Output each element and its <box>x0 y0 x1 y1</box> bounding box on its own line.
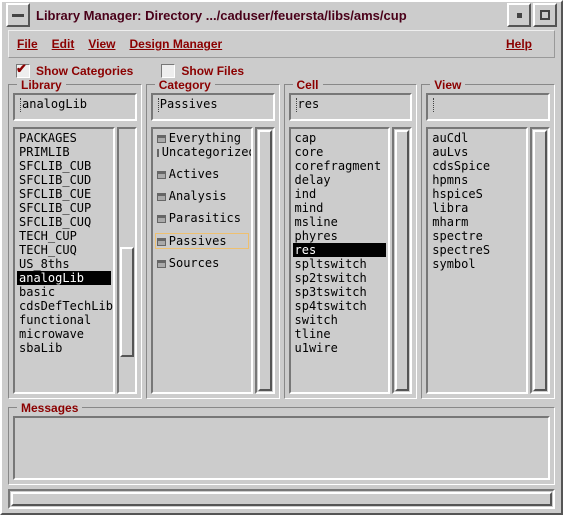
list-item[interactable]: cap <box>293 131 387 145</box>
list-item[interactable]: SFCLIB_CUB <box>17 159 111 173</box>
list-item[interactable]: switch <box>293 313 387 327</box>
list-item[interactable]: SFCLIB_CUP <box>17 201 111 215</box>
menu-file[interactable]: File <box>17 37 38 51</box>
list-item[interactable]: SFCLIB_CUQ <box>17 215 111 229</box>
scrollbar-horizontal[interactable] <box>8 489 555 509</box>
window-title: Library Manager: Directory .../caduser/f… <box>30 8 507 23</box>
list-item[interactable]: res <box>293 243 387 257</box>
list-item[interactable]: sp3tswitch <box>293 285 387 299</box>
list-item[interactable]: Analysis <box>155 189 249 203</box>
folder-icon <box>157 260 166 268</box>
list-item[interactable]: u1wire <box>293 341 387 355</box>
list-item[interactable]: sp4tswitch <box>293 299 387 313</box>
panel-title: Library <box>17 78 66 92</box>
list-item[interactable]: functional <box>17 313 111 327</box>
window-root: Library Manager: Directory .../caduser/f… <box>0 0 563 515</box>
view-entry[interactable] <box>426 93 550 121</box>
view-listbox[interactable]: auCdlauLvscdsSpicehpmnshspiceSlibramharm… <box>426 127 528 394</box>
list-item[interactable]: SFCLIB_CUE <box>17 187 111 201</box>
list-item[interactable]: Everything <box>155 131 249 145</box>
folder-icon <box>157 238 166 246</box>
checkbox-icon <box>161 64 175 78</box>
list-item[interactable]: Actives <box>155 167 249 181</box>
folder-icon <box>157 149 159 157</box>
list-item[interactable]: auLvs <box>430 145 524 159</box>
folder-icon <box>157 193 166 201</box>
list-item[interactable]: Uncategorized <box>155 145 249 159</box>
maximize-button[interactable] <box>533 3 557 27</box>
list-item[interactable]: TECH_CUQ <box>17 243 111 257</box>
scrollbar-vertical[interactable] <box>530 127 550 394</box>
list-item[interactable]: hspiceS <box>430 187 524 201</box>
list-item[interactable]: spltswitch <box>293 257 387 271</box>
menu-view[interactable]: View <box>88 37 115 51</box>
list-item[interactable]: sp2tswitch <box>293 271 387 285</box>
cell-entry[interactable]: res <box>289 93 413 121</box>
messages-textarea[interactable] <box>13 416 550 480</box>
list-item[interactable]: basic <box>17 285 111 299</box>
list-item[interactable]: microwave <box>17 327 111 341</box>
folder-icon <box>157 215 166 223</box>
messages-panel: Messages <box>8 407 555 485</box>
list-item[interactable]: ind <box>293 187 387 201</box>
panel-title: View <box>430 78 465 92</box>
folder-icon <box>157 171 166 179</box>
window-menu-button[interactable] <box>6 3 30 27</box>
library-panel: Library analogLib PACKAGESPRIMLIBSFCLIB_… <box>8 84 142 399</box>
show-categories-checkbox[interactable]: Show Categories <box>16 64 133 78</box>
list-item[interactable]: symbol <box>430 257 524 271</box>
view-panel: View auCdlauLvscdsSpicehpmnshspiceSlibra… <box>421 84 555 399</box>
options-row: Show Categories Show Files <box>2 62 561 84</box>
category-entry[interactable]: Passives <box>151 93 275 121</box>
minimize-button[interactable] <box>507 3 531 27</box>
list-item[interactable]: corefragment <box>293 159 387 173</box>
show-files-checkbox[interactable]: Show Files <box>161 64 244 78</box>
list-item[interactable]: spectre <box>430 229 524 243</box>
list-item[interactable]: Passives <box>155 233 249 249</box>
menu-edit[interactable]: Edit <box>52 37 75 51</box>
list-item[interactable]: TECH_CUP <box>17 229 111 243</box>
menu-bar: File Edit View Design Manager Help <box>8 30 555 58</box>
list-item[interactable]: cdsSpice <box>430 159 524 173</box>
list-item[interactable]: cdsDefTechLib <box>17 299 111 313</box>
list-item[interactable]: auCdl <box>430 131 524 145</box>
list-item[interactable]: PACKAGES <box>17 131 111 145</box>
panels-area: Library analogLib PACKAGESPRIMLIBSFCLIB_… <box>2 84 561 403</box>
list-item[interactable]: US_8ths <box>17 257 111 271</box>
folder-icon <box>157 135 166 143</box>
library-entry[interactable]: analogLib <box>13 93 137 121</box>
scrollbar-vertical[interactable] <box>392 127 412 394</box>
category-listbox[interactable]: EverythingUncategorized Actives Analysis Pa… <box>151 127 253 394</box>
list-item[interactable]: msline <box>293 215 387 229</box>
list-item[interactable]: Parasitics <box>155 211 249 225</box>
list-item[interactable]: sbaLib <box>17 341 111 355</box>
list-item[interactable]: libra <box>430 201 524 215</box>
scrollbar-vertical[interactable] <box>255 127 275 394</box>
list-item[interactable]: hpmns <box>430 173 524 187</box>
list-item[interactable]: core <box>293 145 387 159</box>
library-listbox[interactable]: PACKAGESPRIMLIBSFCLIB_CUBSFCLIB_CUDSFCLI… <box>13 127 115 394</box>
list-item[interactable]: analogLib <box>17 271 111 285</box>
list-item[interactable]: Sources <box>155 256 249 270</box>
menu-design-manager[interactable]: Design Manager <box>129 37 222 51</box>
category-panel: Category Passives EverythingUncategorize… <box>146 84 280 399</box>
list-item[interactable]: mharm <box>430 215 524 229</box>
list-item[interactable]: PRIMLIB <box>17 145 111 159</box>
list-item[interactable]: phyres <box>293 229 387 243</box>
list-item[interactable]: SFCLIB_CUD <box>17 173 111 187</box>
panel-title: Cell <box>293 78 323 92</box>
menu-help[interactable]: Help <box>506 37 532 51</box>
scrollbar-vertical[interactable] <box>117 127 137 394</box>
checkbox-icon <box>16 64 30 78</box>
title-bar: Library Manager: Directory .../caduser/f… <box>2 2 561 28</box>
cell-listbox[interactable]: capcorecorefragmentdelayindmindmslinephy… <box>289 127 391 394</box>
list-item[interactable]: tline <box>293 327 387 341</box>
list-item[interactable]: spectreS <box>430 243 524 257</box>
cell-panel: Cell res capcorecorefragmentdelayindmind… <box>284 84 418 399</box>
panel-title: Category <box>155 78 215 92</box>
list-item[interactable]: mind <box>293 201 387 215</box>
panel-title: Messages <box>17 401 82 415</box>
list-item[interactable]: delay <box>293 173 387 187</box>
